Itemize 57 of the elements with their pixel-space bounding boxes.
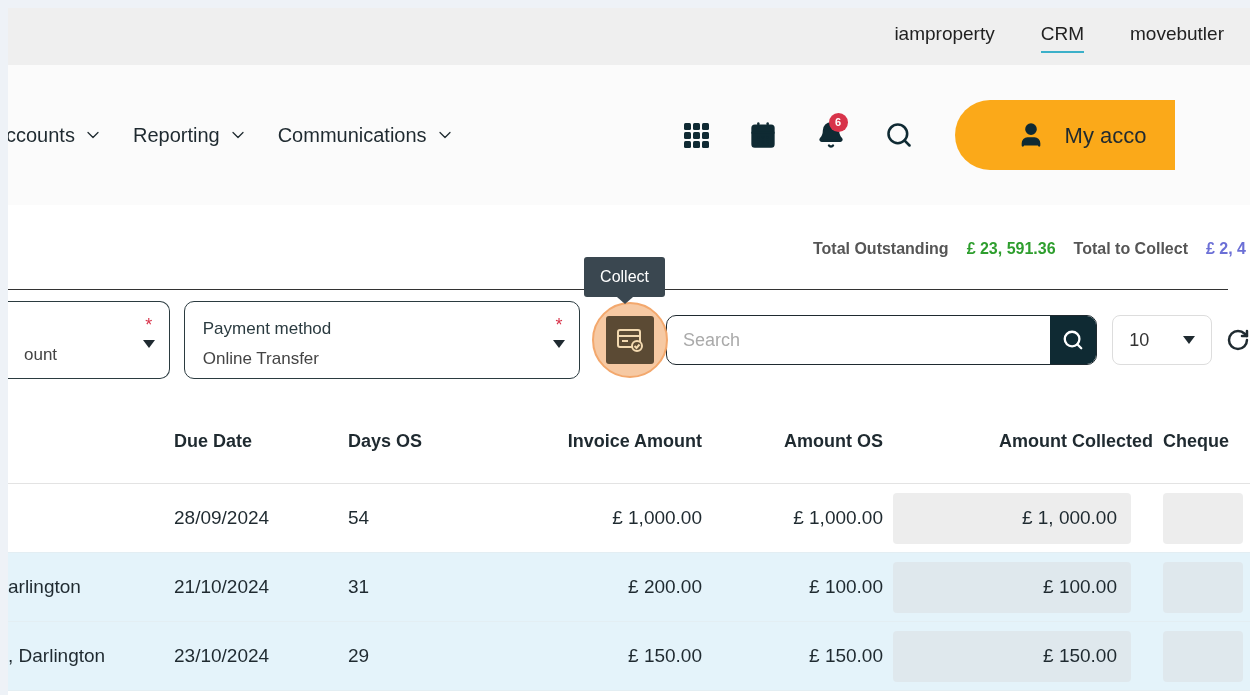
column-header: Amount Collected [999,431,1153,451]
caret-icon [1183,336,1196,344]
calendar-icon[interactable] [748,121,777,149]
field-value: ount [24,344,58,366]
column-header: Amount OS [784,431,883,451]
top-link[interactable]: iamproperty [894,20,995,53]
table-cell: £ 1,000.00 [612,506,702,528]
column-header: Due Date [174,431,253,451]
table-cell: 23/10/2024 [174,644,270,666]
search-icon[interactable] [884,121,913,149]
select-field[interactable]: Payment method Online Transfer * [183,301,581,379]
total-label: Total Outstanding [812,239,949,259]
account-button[interactable]: My acco [954,100,1175,170]
notification-badge: 6 [828,113,848,132]
amount-input[interactable]: £ 150.00 [893,630,1131,682]
total-label: Total to Collect [1073,239,1188,259]
tooltip: Collect [584,257,665,297]
column-header: Days OS [348,431,423,451]
column-header: Invoice Amount [567,431,702,451]
table-cell: 28/09/2024 [174,506,270,528]
table-cell: 31 [348,575,370,597]
total-value: £ 23, 591.36 [966,239,1056,259]
caret-icon [142,340,155,348]
table-cell: 21/10/2024 [174,575,270,597]
table-row[interactable]: , Darlington 23/10/2024 29 £ 150.00 £ 150.00 £ 150.00 [8,622,1250,691]
nav-menu[interactable]: Reporting [132,120,248,150]
table-cell: £ 200.00 [628,575,702,597]
search-button[interactable] [1050,316,1097,364]
top-link[interactable]: CRM [1040,20,1084,53]
table-cell: £ 1,000.00 [793,506,883,528]
table-cell: 29 [348,644,370,666]
collect-button[interactable] [606,316,655,364]
table-cell: £ 150.00 [809,644,883,666]
apps-grid-icon[interactable] [682,122,709,148]
required-asterisk: * [555,316,563,334]
table-cell: 54 [348,506,370,528]
amount-input[interactable]: £ 1, 000.00 [893,492,1131,544]
column-header: Cheque [1163,431,1229,451]
required-asterisk: * [145,316,153,334]
caret-icon [553,340,566,348]
nav-menu[interactable]: Communications [277,120,455,150]
table-cell: £ 100.00 [809,575,883,597]
tooltip-arrow [616,297,633,304]
page-size-select[interactable]: 10 [1112,315,1213,365]
field-value: Online Transfer [202,347,320,370]
table-cell: , Darlington [8,644,106,666]
amount-input[interactable]: £ 100.00 [893,561,1131,613]
table-cell: arlington [8,575,81,597]
select-field[interactable]: ount * [8,301,170,379]
search-icon [1062,329,1085,351]
table-row[interactable]: arlington 21/10/2024 31 £ 200.00 £ 100.00 £ 100.00 [8,553,1250,622]
total-value: £ 2, 4 [1205,239,1246,259]
card-check-icon [616,327,645,353]
refresh-icon[interactable] [1226,328,1250,352]
field-label: Payment method [202,318,332,340]
top-link[interactable]: movebutler [1130,20,1224,53]
table-cell: £ 150.00 [628,644,702,666]
